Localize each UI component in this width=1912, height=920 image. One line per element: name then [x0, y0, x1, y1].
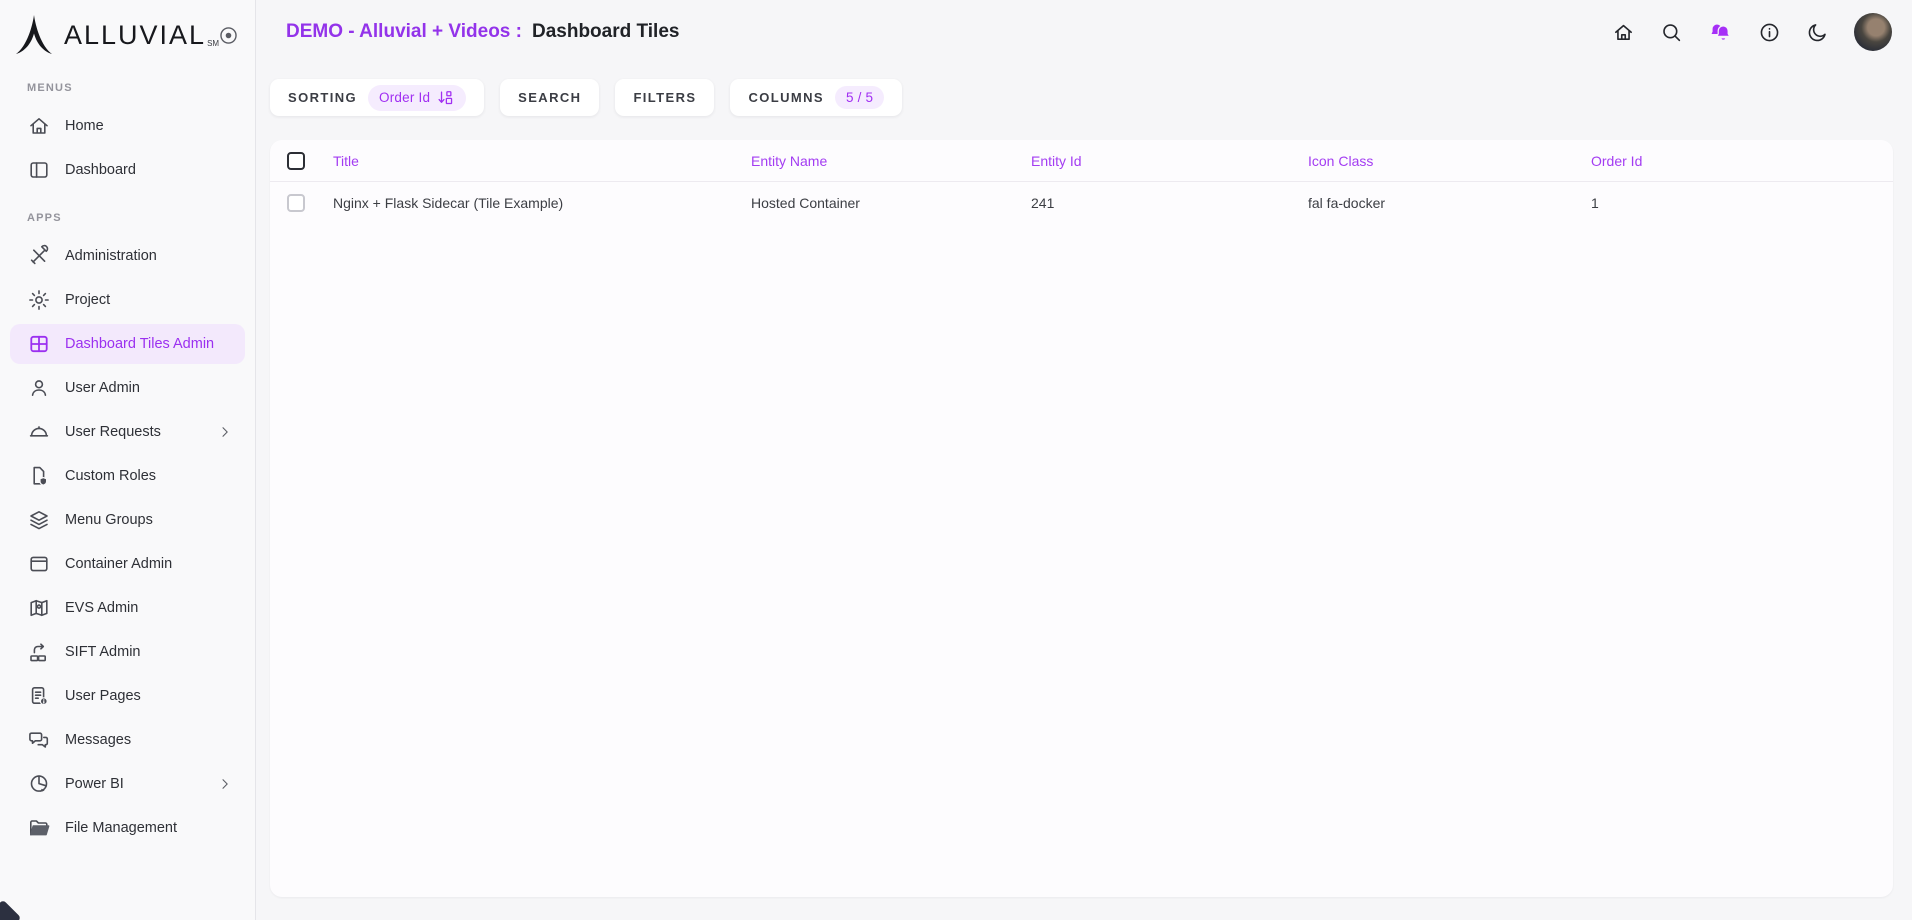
- gear-icon: [27, 288, 51, 312]
- home-icon: [27, 114, 51, 138]
- column-header-order-id[interactable]: Order Id: [1591, 153, 1893, 169]
- sidebar-item-label: User Requests: [65, 424, 161, 440]
- cell-title: Nginx + Flask Sidecar (Tile Example): [333, 195, 751, 211]
- chevron-right-icon: [217, 776, 233, 792]
- cell-icon-class: fal fa-docker: [1308, 195, 1591, 211]
- column-header-icon-class[interactable]: Icon Class: [1308, 153, 1591, 169]
- table-row[interactable]: Nginx + Flask Sidecar (Tile Example) Hos…: [270, 182, 1893, 224]
- toolbar: SORTING Order Id SEARCH FILTERS COLUMNS …: [270, 79, 1893, 116]
- dashboard-icon: [27, 158, 51, 182]
- sidebar-item-label: User Admin: [65, 380, 140, 396]
- dark-mode-moon-icon[interactable]: [1806, 21, 1829, 44]
- sidebar-item-label: File Management: [65, 820, 177, 836]
- tiles-grid-icon: [27, 332, 51, 356]
- home-button[interactable]: [1612, 21, 1635, 44]
- sidebar-item-label: Dashboard: [65, 162, 136, 178]
- sidebar-item-dashboard[interactable]: Dashboard: [10, 150, 245, 190]
- sidebar-item-file-management[interactable]: File Management: [10, 808, 245, 848]
- sidebar-item-user-admin[interactable]: User Admin: [10, 368, 245, 408]
- section-label-menus: MENUS: [0, 82, 255, 94]
- sidebar-item-administration[interactable]: Administration: [10, 236, 245, 276]
- map-pin-icon: [27, 596, 51, 620]
- sidebar-item-custom-roles[interactable]: Custom Roles: [10, 456, 245, 496]
- sidebar-item-label: Container Admin: [65, 556, 172, 572]
- sidebar-item-power-bi[interactable]: Power BI: [10, 764, 245, 804]
- columns-button[interactable]: COLUMNS 5 / 5: [730, 79, 902, 116]
- record-toggle-icon[interactable]: [218, 25, 239, 46]
- brand-text: ALLUVIAL: [64, 20, 206, 50]
- page-title: Dashboard Tiles: [532, 21, 679, 43]
- section-label-apps: APPS: [0, 212, 255, 224]
- table-header-row: Title Entity Name Entity Id Icon Class O…: [270, 140, 1893, 182]
- column-header-entity-id[interactable]: Entity Id: [1031, 153, 1308, 169]
- cell-entity-id: 241: [1031, 195, 1308, 211]
- sidebar-item-label: SIFT Admin: [65, 644, 140, 660]
- sorting-value: Order Id: [379, 90, 430, 105]
- topbar: DEMO - Alluvial + Videos : Dashboard Til…: [256, 0, 1912, 64]
- sidebar-item-label: Custom Roles: [65, 468, 156, 484]
- cell-order-id: 1: [1591, 195, 1893, 211]
- sidebar-item-menu-groups[interactable]: Menu Groups: [10, 500, 245, 540]
- topbar-icons: [1612, 13, 1892, 51]
- sidebar-item-label: Dashboard Tiles Admin: [65, 336, 214, 352]
- sidebar-item-label: EVS Admin: [65, 600, 138, 616]
- sidebar-item-evs-admin[interactable]: EVS Admin: [10, 588, 245, 628]
- pie-chart-icon: [27, 772, 51, 796]
- info-icon[interactable]: [1758, 21, 1781, 44]
- sorting-label: SORTING: [288, 90, 357, 105]
- sidebar-item-sift-admin[interactable]: SIFT Admin: [10, 632, 245, 672]
- cloche-icon: [27, 420, 51, 444]
- columns-label: COLUMNS: [748, 90, 824, 105]
- blocks-arrow-icon: [27, 640, 51, 664]
- search-icon[interactable]: [1660, 21, 1683, 44]
- user-icon: [27, 376, 51, 400]
- avatar[interactable]: [1854, 13, 1892, 51]
- sidebar-item-container-admin[interactable]: Container Admin: [10, 544, 245, 584]
- tools-icon: [27, 244, 51, 268]
- sidebar-item-label: Project: [65, 292, 110, 308]
- alluvial-logo-icon: [14, 14, 54, 56]
- sidebar-item-project[interactable]: Project: [10, 280, 245, 320]
- document-info-icon: [27, 684, 51, 708]
- row-checkbox[interactable]: [287, 194, 305, 212]
- window-icon: [27, 552, 51, 576]
- sidebar-item-label: User Pages: [65, 688, 141, 704]
- main-area: DEMO - Alluvial + Videos : Dashboard Til…: [256, 0, 1912, 920]
- layers-icon: [27, 508, 51, 532]
- notifications-bell-icon[interactable]: [1708, 20, 1733, 45]
- sidebar-item-label: Messages: [65, 732, 131, 748]
- table-card: Title Entity Name Entity Id Icon Class O…: [270, 140, 1893, 897]
- logo-row: ALLUVIALSM: [0, 10, 255, 60]
- select-all-checkbox[interactable]: [287, 152, 305, 170]
- columns-count-badge: 5 / 5: [835, 86, 884, 109]
- chat-bubbles-icon: [27, 728, 51, 752]
- chevron-right-icon: [217, 424, 233, 440]
- bottom-corner-shape: [0, 900, 21, 920]
- sidebar-item-user-requests[interactable]: User Requests: [10, 412, 245, 452]
- sidebar-item-messages[interactable]: Messages: [10, 720, 245, 760]
- brand-name: ALLUVIALSM: [64, 20, 218, 51]
- sorting-value-badge: Order Id: [368, 85, 466, 111]
- sidebar-item-label: Power BI: [65, 776, 124, 792]
- filters-button[interactable]: FILTERS: [615, 79, 714, 116]
- column-header-entity-name[interactable]: Entity Name: [751, 153, 1031, 169]
- sidebar-item-label: Home: [65, 118, 104, 134]
- column-header-title[interactable]: Title: [333, 153, 751, 169]
- breadcrumb-app: DEMO - Alluvial + Videos :: [286, 21, 522, 43]
- filters-label: FILTERS: [633, 90, 696, 105]
- sidebar-item-dashboard-tiles-admin[interactable]: Dashboard Tiles Admin: [10, 324, 245, 364]
- cell-entity-name: Hosted Container: [751, 195, 1031, 211]
- search-label: SEARCH: [518, 90, 581, 105]
- search-button[interactable]: SEARCH: [500, 79, 599, 116]
- sidebar-item-user-pages[interactable]: User Pages: [10, 676, 245, 716]
- sidebar-item-label: Menu Groups: [65, 512, 153, 528]
- file-shield-icon: [27, 464, 51, 488]
- sidebar-item-home[interactable]: Home: [10, 106, 245, 146]
- brand-trademark: SM: [207, 39, 219, 48]
- folder-icon: [27, 816, 51, 840]
- sidebar-item-label: Administration: [65, 248, 157, 264]
- sidebar: ALLUVIALSM MENUS Home Dashboard APPS Adm…: [0, 0, 256, 920]
- sort-descending-icon: [436, 89, 455, 107]
- sorting-button[interactable]: SORTING Order Id: [270, 79, 484, 116]
